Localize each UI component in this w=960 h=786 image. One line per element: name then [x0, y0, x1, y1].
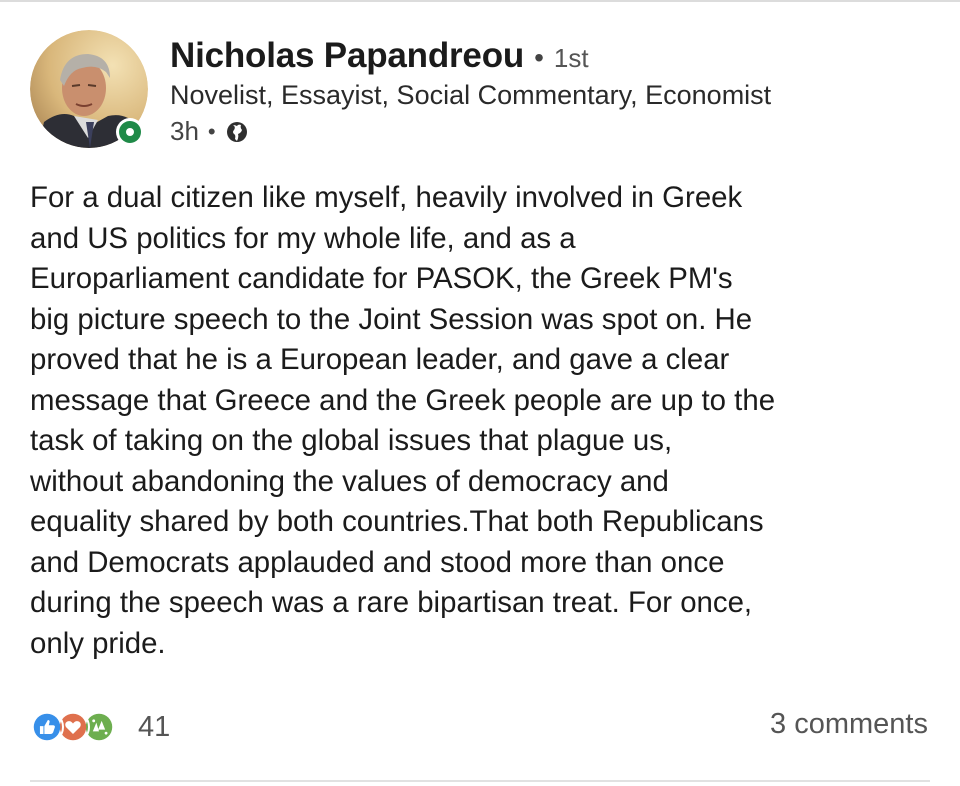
online-status-icon — [116, 118, 144, 146]
post-text-line: without abandoning the values of democra… — [30, 464, 669, 498]
like-icon — [30, 710, 64, 744]
comments-count-link[interactable]: 3 comments — [770, 708, 928, 741]
author-name[interactable]: Nicholas Papandreou — [170, 36, 524, 76]
post-text: For a dual citizen like myself, heavily … — [30, 178, 942, 664]
connection-degree: 1st — [553, 43, 589, 73]
post-text-line: big picture speech to the Joint Session … — [30, 302, 753, 336]
author-headline: Novelist, Essayist, Social Commentary, E… — [170, 80, 772, 110]
post-text-line: Europarliament candidate for PASOK, the … — [30, 262, 733, 295]
top-divider — [0, 0, 960, 2]
globe-icon — [226, 121, 247, 142]
reaction-count: 41 — [138, 710, 171, 743]
separator-dot: • — [534, 42, 544, 73]
author-name-line: Nicholas Papandreou • 1st — [170, 36, 589, 76]
post-text-line: during the speech was a rare bipartisan … — [30, 586, 753, 619]
post-text-line: message that Greece and the Greek people… — [30, 383, 776, 417]
post-text-line: task of taking on the global issues that… — [30, 424, 673, 457]
post-time: 3h — [170, 116, 199, 146]
post-text-line: only pride. — [30, 626, 166, 660]
author-avatar[interactable] — [30, 30, 148, 148]
post-meta: 3h • — [170, 116, 249, 147]
separator-dot: • — [207, 118, 216, 144]
post-text-line: equality shared by both countries.That b… — [30, 505, 764, 538]
bottom-divider — [30, 780, 930, 782]
post-text-line: and Democrats applauded and stood more t… — [30, 545, 725, 579]
post-text-line: and US politics for my whole life, and a… — [30, 221, 576, 255]
reaction-icons — [30, 707, 130, 747]
post-text-line: For a dual citizen like myself, heavily … — [30, 181, 743, 214]
reactions-summary[interactable]: 41 — [30, 705, 170, 749]
post-text-line: proved that he is a European leader, and… — [30, 343, 730, 376]
